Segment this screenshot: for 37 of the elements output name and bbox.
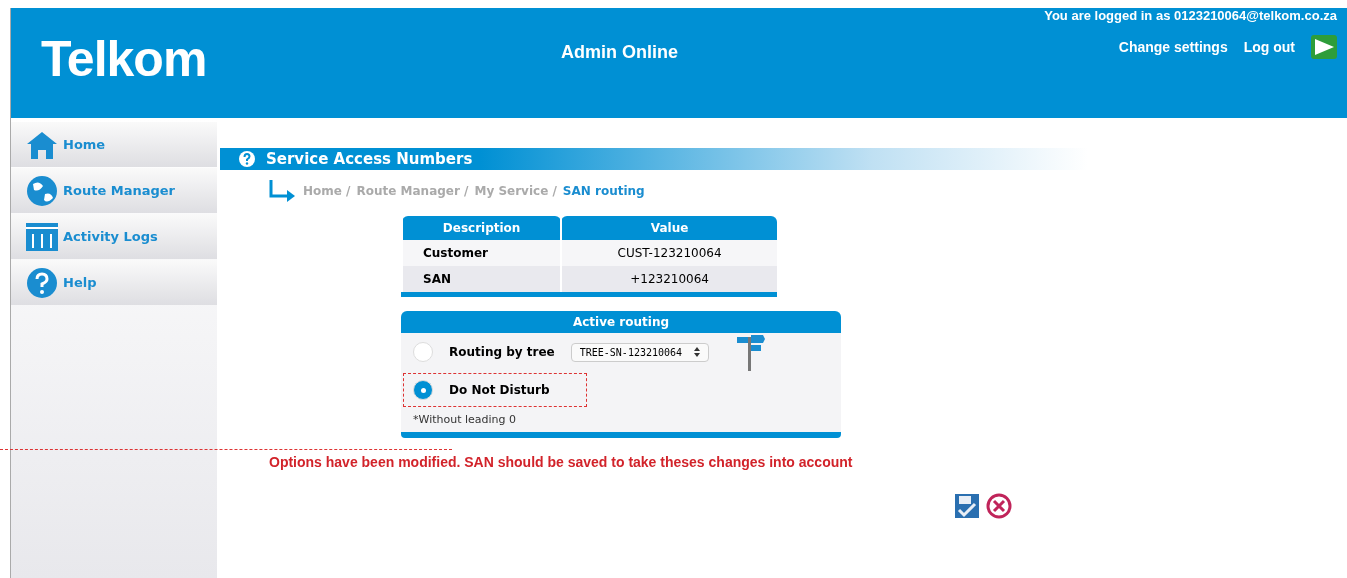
page-title: Service Access Numbers — [266, 150, 473, 168]
save-icon[interactable] — [953, 492, 981, 520]
table-cell: +123210064 — [561, 266, 777, 295]
login-info: You are logged in as 0123210064@telkom.co.za — [1044, 8, 1337, 23]
app-title: Admin Online — [561, 42, 678, 63]
note-text: *Without leading 0 — [412, 412, 518, 428]
column-header: Description — [402, 216, 562, 240]
warning-message: Options have been modified. SAN should be saved to take theses changes into account — [269, 454, 854, 470]
flag-icon[interactable] — [1311, 35, 1337, 59]
header-link[interactable]: Change settings — [1118, 39, 1228, 55]
logo: Telkom — [41, 30, 208, 88]
breadcrumb-link[interactable]: My Service / — [474, 184, 557, 198]
arrow-icon — [267, 180, 297, 202]
column-header: Value — [561, 216, 777, 240]
sidebar-item[interactable]: Home — [11, 122, 217, 167]
cancel-icon[interactable] — [985, 492, 1013, 520]
radio-button[interactable] — [413, 380, 433, 400]
table-cell: SAN — [402, 266, 562, 295]
breadcrumb-link[interactable]: SAN routing — [562, 184, 645, 198]
stepper-icon — [694, 347, 701, 357]
tree-select[interactable]: TREE-SN-123210064 — [570, 342, 710, 362]
house-icon — [25, 129, 59, 160]
radio-button[interactable] — [413, 342, 433, 362]
header-link[interactable]: Log out — [1243, 39, 1295, 55]
breadcrumb-link[interactable]: Home / — [303, 184, 351, 198]
signpost-icon[interactable] — [735, 333, 766, 371]
option-label: Do Not Disturb — [449, 383, 550, 397]
option-label: Routing by tree — [449, 345, 555, 359]
logs-icon — [25, 221, 59, 252]
panel-title: Active routing — [401, 311, 841, 333]
sidebar-item[interactable]: Route Manager — [11, 168, 217, 213]
breadcrumb-link[interactable]: Route Manager / — [356, 184, 469, 198]
globe-icon — [25, 173, 59, 208]
table-cell: CUST-123210064 — [561, 240, 777, 266]
help-icon[interactable] — [238, 150, 256, 168]
help-icon — [25, 265, 59, 300]
table-cell: Customer — [402, 240, 562, 266]
